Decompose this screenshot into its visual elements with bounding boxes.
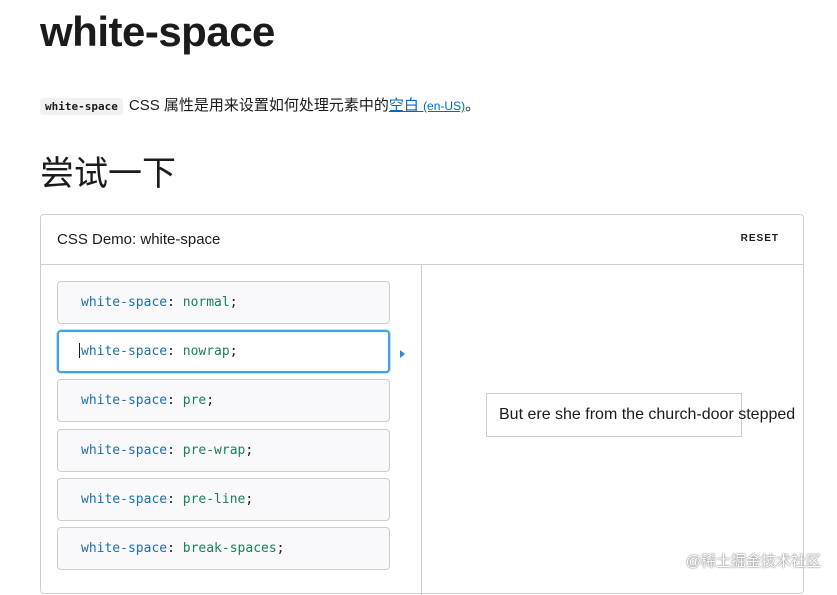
demo-body: white-space: normal; white-space: nowrap… <box>41 265 803 595</box>
output-pane: But ere she from the church-door stepped <box>423 265 803 595</box>
section-title: 尝试一下 <box>40 155 176 193</box>
whitespace-link[interactable]: 空白 (en-US) <box>389 97 465 114</box>
intro-code: white-space <box>40 98 123 115</box>
option-semicolon: ; <box>229 344 238 359</box>
intro-end: 。 <box>465 97 481 114</box>
option-pre-line[interactable]: white-space: pre-line; <box>57 478 390 521</box>
whitespace-link-text: 空白 <box>388 97 419 114</box>
option-colon: : <box>167 443 175 458</box>
output-box: But ere she from the church-door stepped <box>486 393 795 437</box>
page-title: white-space <box>40 8 275 55</box>
selected-arrow-icon <box>400 350 405 358</box>
option-pre-wrap[interactable]: white-space: pre-wrap; <box>57 429 390 472</box>
option-pre[interactable]: white-space: pre; <box>57 379 390 422</box>
option-value: normal <box>182 295 230 310</box>
option-colon: : <box>167 393 175 408</box>
demo-header: CSS Demo: white-space RESET <box>41 215 803 265</box>
option-break-spaces[interactable]: white-space: break-spaces; <box>57 527 390 570</box>
option-property: white-space <box>81 393 168 408</box>
option-value: nowrap <box>182 344 230 359</box>
option-value: pre <box>182 393 207 408</box>
option-property: white-space <box>81 344 168 359</box>
whitespace-link-lang: (en-US) <box>423 99 466 113</box>
option-property: white-space <box>81 443 168 458</box>
option-semicolon: ; <box>229 295 238 310</box>
option-semicolon: ; <box>245 443 254 458</box>
option-normal[interactable]: white-space: normal; <box>57 281 390 324</box>
option-property: white-space <box>81 295 168 310</box>
options-list: white-space: normal; white-space: nowrap… <box>41 265 422 595</box>
option-colon: : <box>167 344 175 359</box>
watermark: @稀土掘金技术社区 <box>685 553 821 570</box>
text-caret <box>79 343 80 358</box>
option-nowrap[interactable]: white-space: nowrap; <box>57 330 390 373</box>
option-property: white-space <box>81 492 168 507</box>
option-colon: : <box>167 295 175 310</box>
option-value: pre-wrap <box>182 443 246 458</box>
demo-title: CSS Demo: white-space <box>57 231 221 248</box>
option-colon: : <box>167 541 175 556</box>
option-value: break-spaces <box>182 541 277 556</box>
option-colon: : <box>167 492 175 507</box>
intro-paragraph: white-space CSS 属性是用来设置如何处理元素中的空白 (en-US)… <box>40 94 480 115</box>
option-semicolon: ; <box>276 541 285 556</box>
option-property: white-space <box>81 541 168 556</box>
reset-button[interactable]: RESET <box>741 233 779 244</box>
option-value: pre-line <box>182 492 246 507</box>
option-semicolon: ; <box>245 492 254 507</box>
intro-text: CSS 属性是用来设置如何处理元素中的 <box>128 97 389 114</box>
output-text: But ere she from the church-door stepped <box>499 406 796 423</box>
css-demo-panel: CSS Demo: white-space RESET white-space:… <box>40 214 804 595</box>
option-semicolon: ; <box>206 393 215 408</box>
